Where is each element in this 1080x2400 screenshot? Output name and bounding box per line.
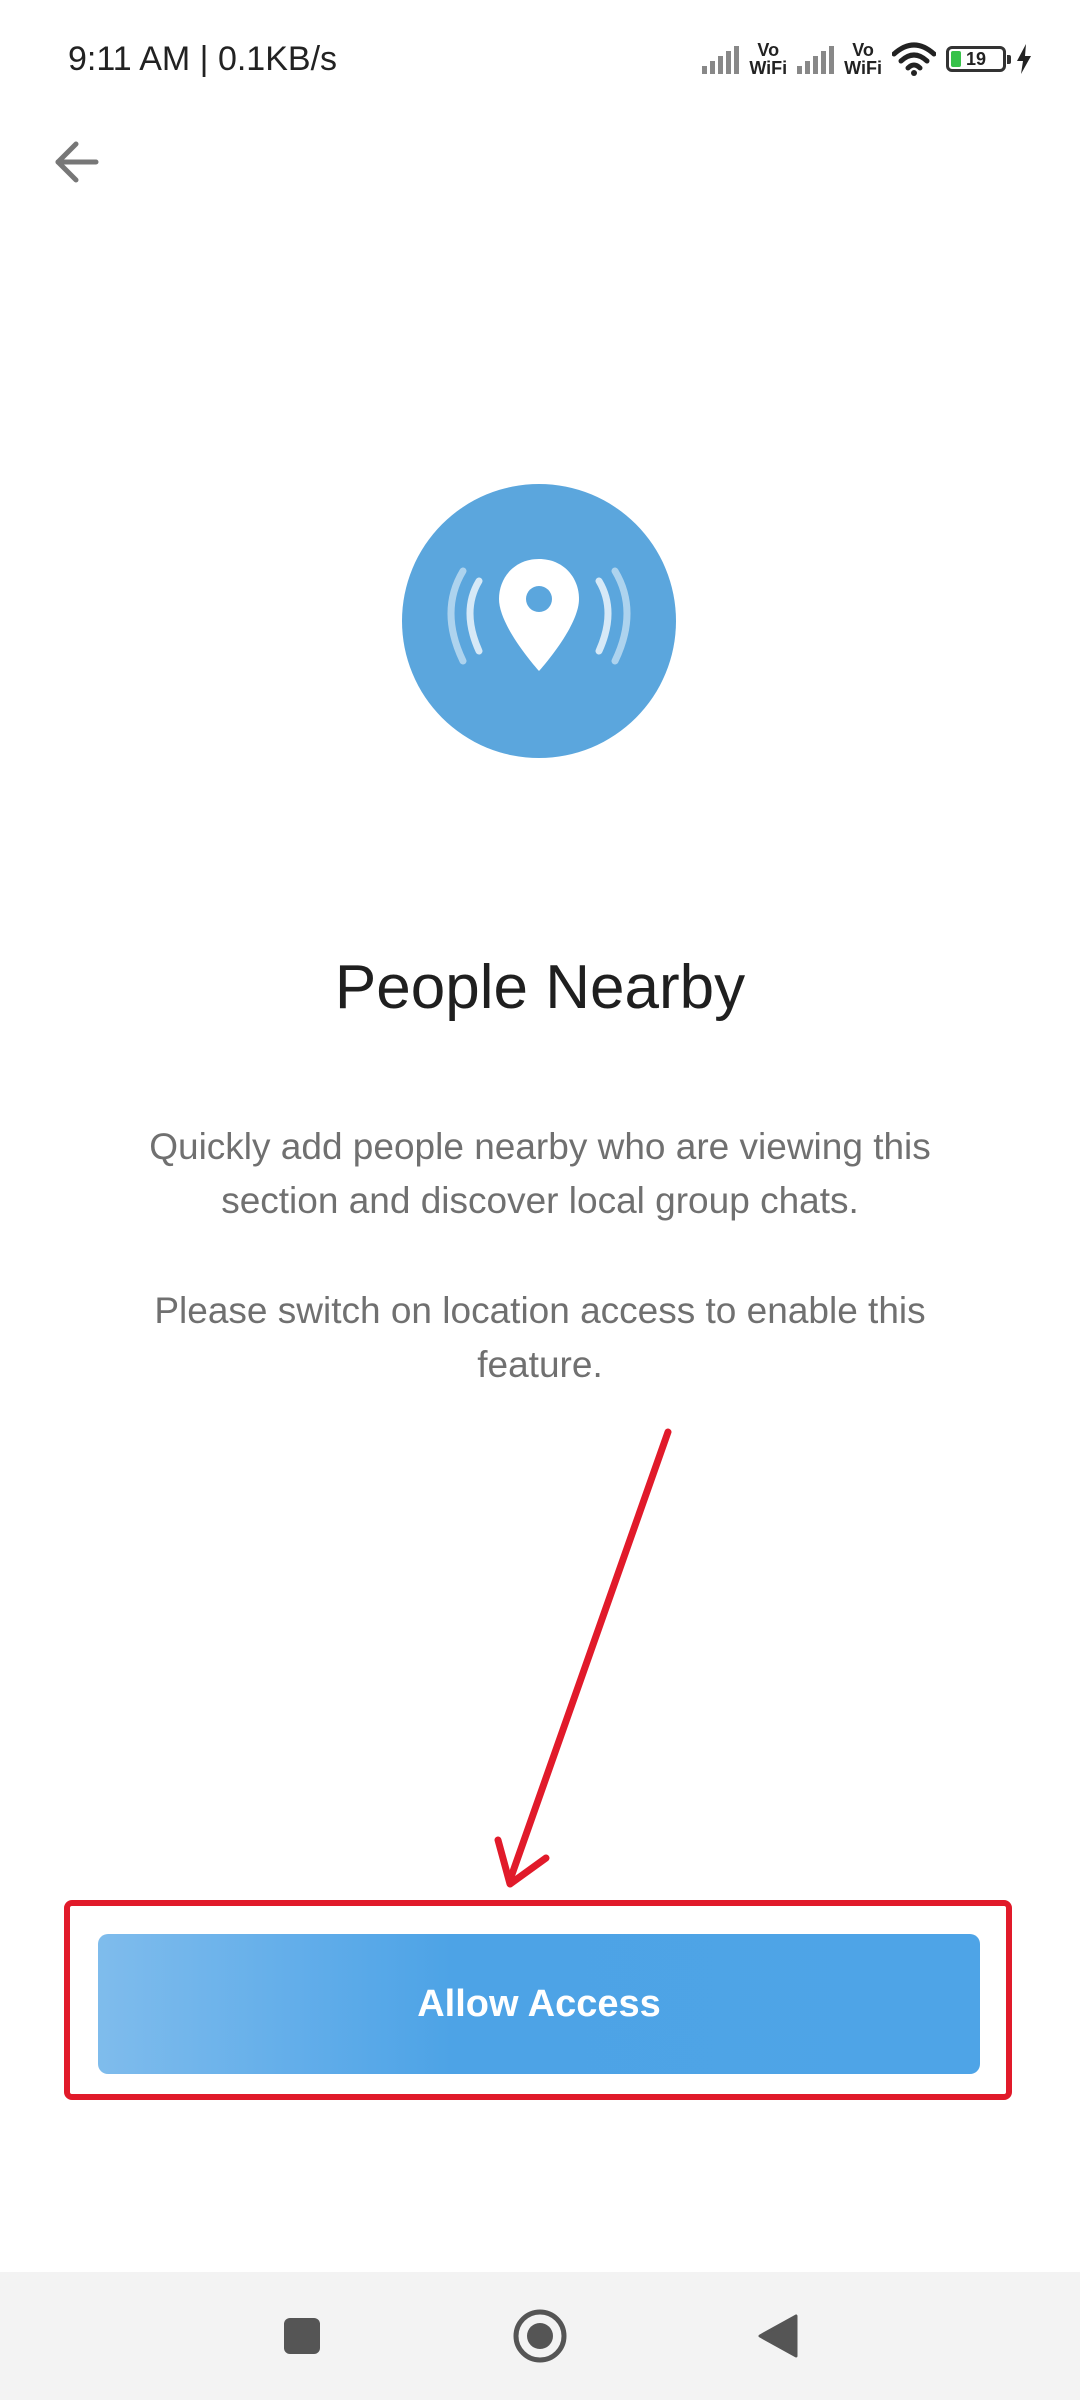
vowifi-icon: Vo WiFi (749, 41, 787, 77)
page-title: People Nearby (334, 953, 746, 1022)
battery-icon: 19 (946, 46, 1011, 72)
battery-fill (951, 51, 961, 67)
cell-signal-icon (702, 44, 740, 74)
vowifi-icon-2: Vo WiFi (844, 41, 882, 77)
arrow-left-icon (55, 141, 99, 183)
square-icon (284, 2318, 320, 2354)
location-broadcast-icon (447, 559, 631, 671)
circle-home-icon (513, 2309, 567, 2363)
allow-access-button[interactable]: Allow Access (98, 1934, 980, 2074)
status-bar: 9:11 AM | 0.1KB/s Vo WiFi Vo WiFi 19 (0, 0, 1080, 120)
description-text: Quickly add people nearby who are viewin… (149, 1126, 931, 1221)
triangle-back-icon (758, 2314, 798, 2358)
charging-bolt-icon (1017, 44, 1031, 74)
system-navigation-bar (0, 2272, 1080, 2400)
location-instruction-text: Please switch on location access to enab… (154, 1290, 926, 1385)
cell-signal-icon-2 (797, 44, 835, 74)
status-time: 9:11 AM | 0.1KB/s (68, 40, 338, 78)
vowifi-top-text-2: Vo (852, 40, 874, 60)
system-back-button[interactable] (742, 2300, 814, 2372)
status-icons: Vo WiFi Vo WiFi 19 (702, 34, 1032, 84)
vowifi-top-text: Vo (757, 40, 780, 60)
back-button[interactable] (44, 130, 108, 194)
vowifi-bottom-text-2: WiFi (844, 58, 882, 78)
recent-apps-button[interactable] (266, 2300, 338, 2372)
vowifi-bottom-text: WiFi (749, 58, 788, 78)
home-button[interactable] (504, 2300, 576, 2372)
hero-illustration (402, 484, 676, 758)
wifi-icon (892, 42, 936, 76)
battery-level: 19 (965, 48, 987, 69)
